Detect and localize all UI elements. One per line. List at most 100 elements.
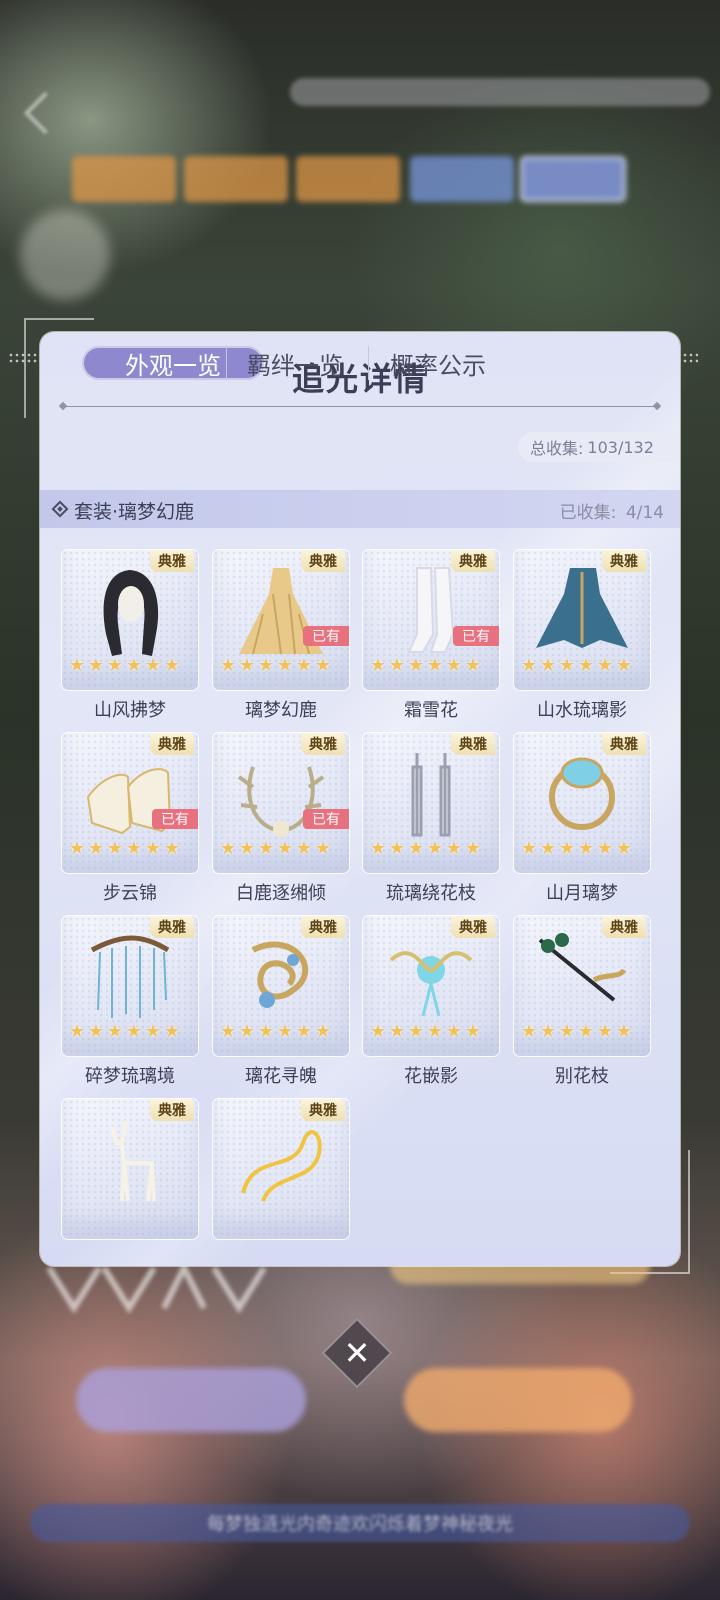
hair-icon [103,570,159,656]
item-card-frame: 典雅 ★ ★ ★ ★ ★ ★ [363,733,499,873]
item-card[interactable]: 典雅 ★ ★ ★ ★ ★ ★ 琉璃绕花枝 [363,733,499,919]
star-icon: ★ [144,655,162,676]
item-card-frame: 典雅 已有 ★ ★ ★ ★ ★ ★ [363,550,499,690]
star-icon: ★ [238,838,256,859]
star-icon: ★ [596,838,614,859]
star-icon: ★ [257,655,275,676]
star-icon: ★ [539,655,557,676]
item-card[interactable]: 典雅 ★ ★ ★ ★ ★ ★ 璃花寻魄 [213,916,349,1102]
star-icon: ★ [520,1021,538,1042]
rarity-badge: 典雅 [602,550,646,572]
item-name: 别花枝 [555,1066,609,1087]
item-card[interactable]: 典雅 已有 ★ ★ ★ ★ ★ ★ 步云锦 [62,733,198,919]
set-collected-label: 已收集: [559,503,617,523]
total-collection: 总收集: 103/132 [518,432,680,462]
star-rating: ★ ★ ★ ★ ★ ★ [520,657,633,675]
item-card-frame: 典雅 ★ ★ ★ ★ ★ ★ [514,733,650,873]
item-name: 白鹿逐缃倾 [236,883,326,904]
tab-bonds[interactable]: 羁绊一览 [220,346,370,380]
total-label: 总收集: [530,439,584,458]
star-icon: ★ [445,1021,463,1042]
star-icon: ★ [539,1021,557,1042]
star-rating: ★ ★ ★ ★ ★ ★ [520,840,633,858]
set-collected-value: 4/14 [625,503,664,523]
star-rating: ★ ★ ★ ★ ★ ★ [369,1023,482,1041]
item-card-frame: 典雅 [62,1099,198,1239]
tab-label: 概率公示 [390,351,486,380]
item-name: 山水琉璃影 [537,700,627,721]
bg-banner-tab [184,156,288,202]
item-card[interactable]: 典雅 已有 ★ ★ ★ ★ ★ ★ 白鹿逐缃倾 [213,733,349,919]
star-icon: ★ [369,655,387,676]
item-card[interactable]: 典雅 ★ ★ ★ ★ ★ ★ 山水琉璃影 [514,550,650,736]
star-icon: ★ [295,838,313,859]
detail-panel: 追光详情 外观一览 羁绊一览 概率公示 总收集: 103/132 套装·璃梦幻鹿… [40,332,680,1266]
item-card[interactable]: 典雅 已有 ★ ★ ★ ★ ★ ★ 霜雪花 [363,550,499,736]
item-card-frame: 典雅 ★ ★ ★ ★ ★ ★ [62,916,198,1056]
star-icon: ★ [125,838,143,859]
item-card[interactable]: 典雅 ★ ★ ★ ★ ★ ★ 花嵌影 [363,916,499,1102]
bg-draw-once-button [76,1368,306,1432]
currency-bar [290,78,710,106]
star-icon: ★ [426,1021,444,1042]
item-name: 璃梦幻鹿 [245,700,317,721]
close-icon[interactable]: ✕ [332,1328,382,1378]
event-logo-icon [46,1261,267,1314]
item-name: 霜雪花 [404,700,458,721]
item-card-frame: 典雅 ★ ★ ★ ★ ★ ★ [213,916,349,1056]
star-icon: ★ [106,1021,124,1042]
star-icon: ★ [295,655,313,676]
owned-tag: 已有 [453,626,499,646]
item-card[interactable]: 典雅 ★ ★ ★ ★ ★ ★ 碎梦琉璃境 [62,916,198,1102]
star-icon: ★ [238,1021,256,1042]
star-icon: ★ [596,1021,614,1042]
star-icon: ★ [314,655,332,676]
star-icon: ★ [87,1021,105,1042]
bg-banner-tab [72,156,176,202]
rarity-badge: 典雅 [150,1099,194,1121]
star-icon: ★ [577,838,595,859]
star-icon: ★ [596,655,614,676]
star-icon: ★ [163,655,181,676]
star-rating: ★ ★ ★ ★ ★ ★ [369,657,482,675]
item-card[interactable]: 典雅 [213,1099,349,1266]
star-rating: ★ ★ ★ ★ ★ ★ [520,1023,633,1041]
item-card[interactable]: 典雅 [62,1099,198,1266]
rarity-badge: 典雅 [602,733,646,755]
item-card-frame: 典雅 已有 ★ ★ ★ ★ ★ ★ [62,733,198,873]
owned-tag: 已有 [303,809,349,829]
star-icon: ★ [615,1021,633,1042]
star-icon: ★ [558,655,576,676]
total-value: 103/132 [587,437,654,457]
rarity-badge: 典雅 [301,733,345,755]
back-arrow-icon [23,91,67,135]
star-rating: ★ ★ ★ ★ ★ ★ [369,840,482,858]
item-card[interactable]: 典雅 ★ ★ ★ ★ ★ ★ 山风拂梦 [62,550,198,736]
star-icon: ★ [68,838,86,859]
star-icon: ★ [219,1021,237,1042]
item-card[interactable]: 典雅 ★ ★ ★ ★ ★ ★ 别花枝 [514,916,650,1102]
item-card[interactable]: 典雅 已有 ★ ★ ★ ★ ★ ★ 璃梦幻鹿 [213,550,349,736]
star-icon: ★ [388,838,406,859]
star-icon: ★ [276,838,294,859]
tab-probability[interactable]: 概率公示 [356,346,520,380]
bg-banner-tab [410,156,514,202]
ring-icon [549,757,615,830]
tab-label: 羁绊一览 [247,351,343,380]
star-icon: ★ [219,838,237,859]
star-icon: ★ [388,1021,406,1042]
item-card-frame: 典雅 已有 ★ ★ ★ ★ ★ ★ [213,550,349,690]
star-icon: ★ [445,655,463,676]
star-icon: ★ [615,655,633,676]
star-icon: ★ [276,1021,294,1042]
rarity-badge: 典雅 [602,916,646,938]
rarity-badge: 典雅 [451,916,495,938]
deer-icon [110,1120,156,1202]
star-icon: ★ [314,1021,332,1042]
rarity-badge: 典雅 [451,733,495,755]
item-card[interactable]: 典雅 ★ ★ ★ ★ ★ ★ 山月璃梦 [514,733,650,919]
star-icon: ★ [520,655,538,676]
set-collected: 已收集: 4/14 [560,498,664,523]
bg-draw-ten-button [404,1368,632,1432]
star-icon: ★ [238,655,256,676]
